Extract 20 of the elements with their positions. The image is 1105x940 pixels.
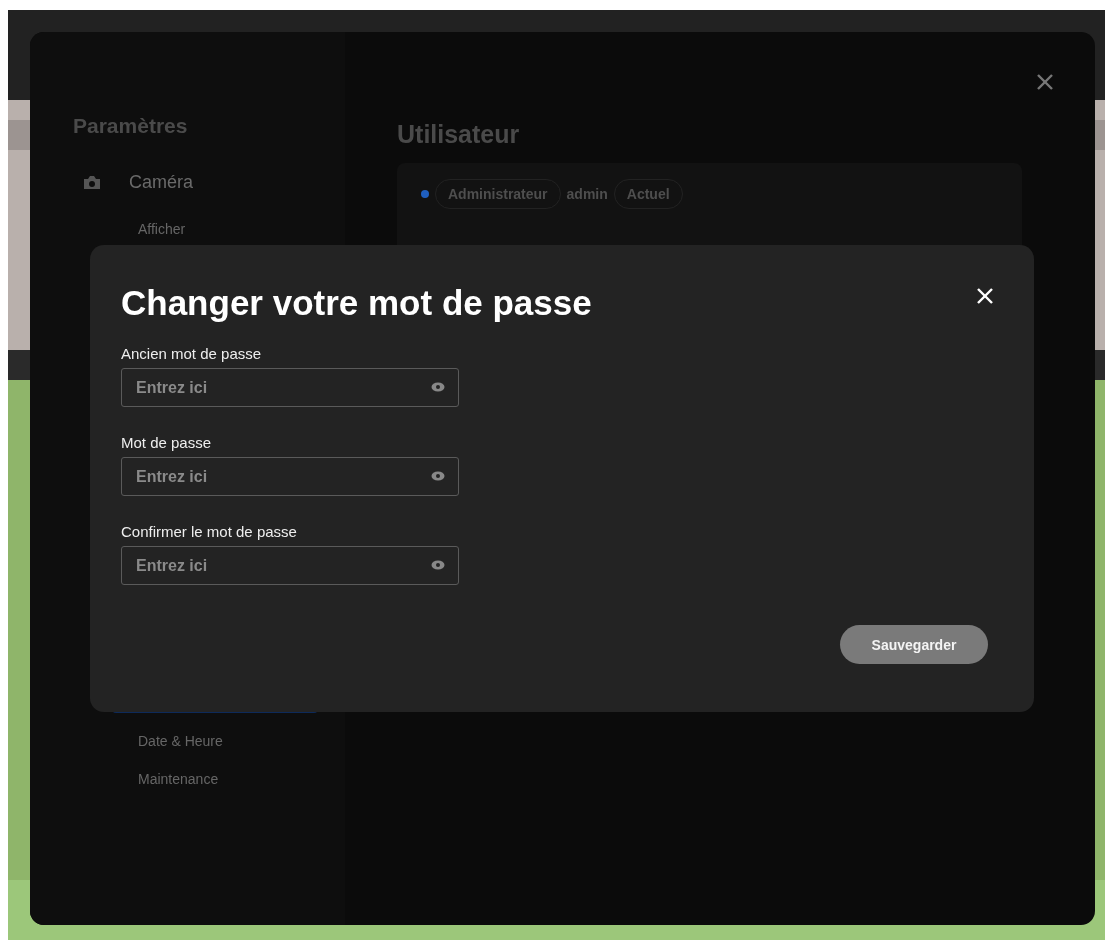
field-label: Mot de passe — [121, 434, 213, 451]
sidebar-section[interactable]: Caméra — [129, 172, 194, 193]
eye-icon[interactable] — [431, 382, 445, 392]
field-label: Ancien mot de passe — [121, 345, 263, 362]
save-button[interactable]: Sauvegarder — [840, 625, 988, 664]
field-label: Confirmer le mot de passe — [121, 523, 298, 540]
status-dot — [421, 190, 429, 198]
eye-icon[interactable] — [431, 471, 445, 481]
sidebar-title: Paramètres — [73, 114, 189, 138]
sidebar-item[interactable]: Date & Heure — [138, 733, 223, 749]
camera-icon — [83, 175, 101, 190]
password-field[interactable]: Entrez ici — [121, 546, 459, 585]
sidebar-item[interactable]: Afficher — [138, 221, 186, 237]
page-title: Utilisateur — [397, 120, 521, 149]
sidebar-item[interactable]: Maintenance — [138, 771, 219, 787]
eye-icon[interactable] — [431, 560, 445, 570]
password-field[interactable]: Entrez ici — [121, 457, 459, 496]
user-name: admin — [566, 186, 608, 202]
dialog-title: Changer votre mot de passe — [121, 283, 592, 323]
password-field[interactable]: Entrez ici — [121, 368, 459, 407]
